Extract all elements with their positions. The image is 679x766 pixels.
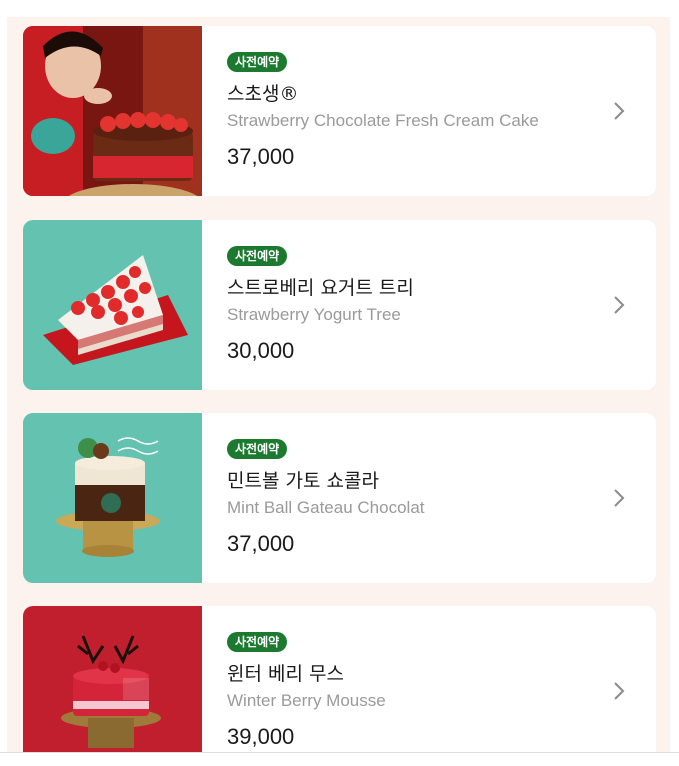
preorder-badge: 사전예약	[227, 439, 288, 459]
product-price: 37,000	[227, 144, 295, 169]
chevron-right-icon	[614, 682, 625, 700]
product-name-english: Mint Ball Gateau Chocolat	[227, 498, 425, 517]
product-image	[23, 26, 202, 196]
chevron-right-icon	[614, 102, 625, 120]
product-image	[23, 220, 202, 390]
product-list-screen: 사전예약 스초생® Strawberry Chocolate Fresh Cre…	[0, 0, 679, 752]
chevron-right-icon	[614, 489, 625, 507]
bottom-edge	[0, 752, 679, 766]
product-card-winter-berry-mousse[interactable]: 사전예약 윈터 베리 무스 Winter Berry Mousse 39,000	[23, 606, 656, 752]
product-image	[23, 413, 202, 583]
product-name-english: Strawberry Yogurt Tree	[227, 305, 401, 324]
product-price: 30,000	[227, 338, 295, 363]
product-name-english: Winter Berry Mousse	[227, 691, 386, 710]
preorder-badge: 사전예약	[227, 246, 288, 266]
product-name-korean: 민트볼 가토 쇼콜라	[227, 470, 379, 492]
product-card-mint-ball-gateau[interactable]: 사전예약 민트볼 가토 쇼콜라 Mint Ball Gateau Chocola…	[23, 413, 656, 583]
product-card-strawberry-chocolate[interactable]: 사전예약 스초생® Strawberry Chocolate Fresh Cre…	[23, 26, 656, 196]
product-image	[23, 606, 202, 752]
preorder-badge: 사전예약	[227, 632, 288, 652]
product-name-korean: 스초생®	[227, 83, 299, 105]
product-name-korean: 윈터 베리 무스	[227, 663, 344, 685]
preorder-badge: 사전예약	[227, 52, 288, 72]
product-name-korean: 스트로베리 요거트 트리	[227, 277, 414, 299]
product-price: 39,000	[227, 724, 295, 749]
product-price: 37,000	[227, 531, 295, 556]
chevron-right-icon	[614, 296, 625, 314]
product-name-english: Strawberry Chocolate Fresh Cream Cake	[227, 111, 539, 130]
product-card-strawberry-yogurt-tree[interactable]: 사전예약 스트로베리 요거트 트리 Strawberry Yogurt Tree…	[23, 220, 656, 390]
